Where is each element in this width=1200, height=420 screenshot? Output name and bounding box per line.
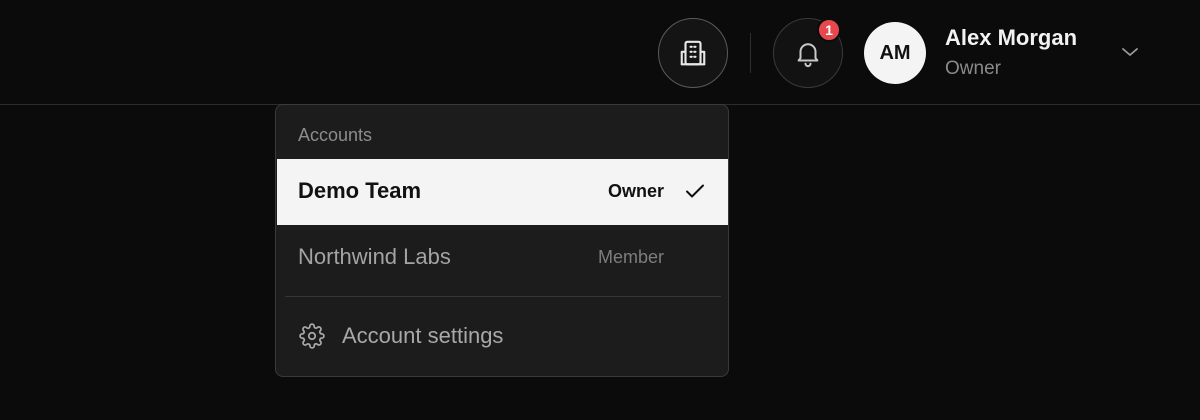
dropdown-divider — [285, 296, 721, 297]
avatar[interactable]: AM — [864, 22, 926, 84]
page: 1 AM Alex Morgan Owner Accounts Demo Tea… — [0, 0, 1200, 420]
user-role: Owner — [945, 58, 1001, 79]
chevron-down-icon — [1122, 48, 1138, 56]
account-name: Demo Team — [298, 178, 422, 203]
account-name: Northwind Labs — [298, 244, 451, 269]
account-item[interactable]: Northwind Labs Member — [277, 225, 728, 291]
user-menu-toggle[interactable] — [1118, 42, 1142, 62]
notification-count-badge: 1 — [817, 18, 841, 42]
account-role: Member — [597, 247, 664, 267]
account-settings-menu-item[interactable]: Account settings — [277, 305, 728, 367]
dropdown-section-label: Accounts — [298, 125, 373, 145]
header-divider — [750, 33, 751, 73]
top-header: 1 AM Alex Morgan Owner — [0, 0, 1200, 105]
bell-icon — [797, 43, 819, 68]
check-icon — [686, 184, 704, 198]
accounts-switcher-button[interactable] — [658, 18, 728, 88]
accounts-dropdown-menu: Accounts Demo Team Owner Northwind Labs … — [275, 104, 729, 377]
account-settings-label: Account settings — [342, 323, 504, 348]
gear-icon — [299, 323, 325, 349]
building-icon — [680, 40, 706, 66]
account-role: Owner — [607, 181, 664, 201]
user-name: Alex Morgan — [945, 25, 1078, 50]
account-item-selected[interactable]: Demo Team Owner — [277, 159, 728, 225]
